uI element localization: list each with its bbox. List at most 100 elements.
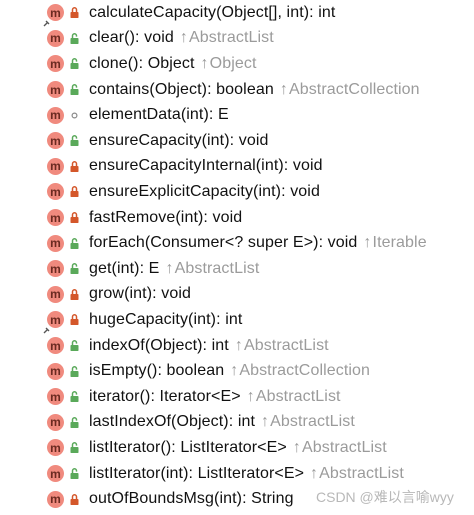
- public-unlock-icon: [69, 237, 81, 250]
- owner-class-name: AbstractList: [255, 387, 341, 405]
- method-signature-text: hugeCapacity(int): int: [89, 310, 243, 328]
- method-row[interactable]: m iterator(): Iterator<E> ↑AbstractList: [0, 384, 474, 410]
- method-signature: ensureCapacityInternal(int): void: [89, 157, 323, 175]
- method-row[interactable]: m clone(): Object ↑Object: [0, 51, 474, 77]
- public-unlock-icon: [69, 134, 81, 147]
- method-signature-text: listIterator(int): ListIterator<E>: [89, 464, 305, 482]
- inherited-from-label: ↑AbstractCollection: [230, 362, 370, 379]
- method-signature: iterator(): Iterator<E> ↑AbstractList: [89, 388, 341, 406]
- method-icon: m: [47, 209, 64, 227]
- inherited-arrow-icon: ↑: [363, 234, 372, 252]
- inherited-arrow-icon: ↑: [310, 464, 319, 482]
- method-icon: m: [47, 234, 64, 252]
- method-icon: m: [47, 260, 64, 278]
- method-signature-text: outOfBoundsMsg(int): String: [89, 490, 294, 508]
- method-signature: lastIndexOf(Object): int ↑AbstractList: [89, 413, 355, 431]
- owner-class-name: AbstractList: [270, 413, 355, 431]
- method-icon: m: [47, 337, 64, 355]
- method-row[interactable]: m indexOf(Object): int ↑AbstractList: [0, 333, 474, 359]
- method-row[interactable]: m elementData(int): E: [0, 102, 474, 128]
- method-row[interactable]: m listIterator(int): ListIterator<E> ↑Abst…: [0, 461, 474, 487]
- method-signature-text: elementData(int): E: [89, 106, 229, 124]
- public-unlock-icon: [69, 83, 81, 96]
- inherited-from-label: ↑Iterable: [363, 234, 426, 251]
- method-signature: contains(Object): boolean ↑AbstractCollec…: [89, 81, 420, 99]
- private-lock-icon: [69, 288, 81, 301]
- method-signature-text: contains(Object): boolean: [89, 80, 274, 98]
- method-signature-text: get(int): E: [89, 259, 160, 277]
- method-signature: ensureCapacity(int): void: [89, 132, 268, 150]
- public-unlock-icon: [69, 467, 81, 480]
- private-lock-icon: [69, 6, 81, 19]
- private-lock-icon: [69, 313, 81, 326]
- method-icon: m: [47, 29, 64, 47]
- method-signature: clone(): Object ↑Object: [89, 55, 257, 73]
- method-signature-text: lastIndexOf(Object): int: [89, 413, 256, 431]
- method-signature-text: ensureCapacity(int): void: [89, 131, 269, 149]
- method-signature-text: clear(): void: [89, 29, 174, 47]
- inherited-arrow-icon: ↑: [230, 362, 239, 380]
- inherited-arrow-icon: ↑: [200, 54, 209, 72]
- inherited-arrow-icon: ↑: [165, 259, 174, 277]
- inherited-from-label: ↑AbstractList: [261, 413, 355, 430]
- owner-class-name: AbstractList: [189, 29, 274, 47]
- package-private-icon: [69, 109, 81, 122]
- method-icon: m: [47, 413, 64, 431]
- csdn-watermark: CSDN @难以言喻wyy: [316, 489, 454, 505]
- method-signature-text: indexOf(Object): int: [89, 336, 229, 354]
- method-signature: listIterator(int): ListIterator<E> ↑Abstr…: [89, 465, 404, 483]
- method-signature-text: grow(int): void: [89, 285, 191, 303]
- method-row[interactable]: m forEach(Consumer<? super E>): void ↑Iter…: [0, 230, 474, 256]
- method-row[interactable]: m isEmpty(): boolean ↑AbstractCollection: [0, 358, 474, 384]
- owner-class-name: AbstractList: [174, 259, 260, 277]
- method-icon: m: [47, 439, 64, 457]
- method-row[interactable]: m get(int): E ↑AbstractList: [0, 256, 474, 282]
- method-signature: fastRemove(int): void: [89, 209, 242, 227]
- public-unlock-icon: [69, 441, 81, 454]
- inherited-arrow-icon: ↑: [279, 80, 288, 98]
- method-signature: forEach(Consumer<? super E>): void ↑Itera…: [89, 234, 427, 252]
- method-signature: grow(int): void: [89, 285, 191, 303]
- method-signature: clear(): void ↑AbstractList: [89, 29, 274, 47]
- private-lock-icon: [69, 185, 81, 198]
- method-icon: m: [47, 106, 64, 124]
- method-signature: listIterator(): ListIterator<E> ↑Abstract…: [89, 439, 387, 457]
- inherited-from-label: ↑AbstractList: [165, 260, 259, 277]
- method-signature-text: ensureCapacityInternal(int): void: [89, 157, 323, 175]
- method-icon: m: [47, 285, 64, 303]
- method-icon: m: [47, 388, 64, 406]
- method-row[interactable]: m lastIndexOf(Object): int ↑AbstractList: [0, 410, 474, 436]
- method-row[interactable]: m ensureExplicitCapacity(int): void: [0, 179, 474, 205]
- method-row[interactable]: m ensureCapacity(int): void: [0, 128, 474, 154]
- owner-class-name: AbstractCollection: [288, 80, 420, 98]
- method-icon: m: [47, 465, 64, 483]
- method-row[interactable]: m fastRemove(int): void: [0, 205, 474, 231]
- inherited-arrow-icon: ↑: [261, 413, 270, 431]
- inherited-from-label: ↑AbstractList: [293, 439, 387, 456]
- method-row[interactable]: m contains(Object): boolean ↑AbstractColle…: [0, 77, 474, 103]
- static-pin-icon: [43, 321, 50, 334]
- method-row[interactable]: m ensureCapacityInternal(int): void: [0, 154, 474, 180]
- inherited-from-label: ↑Object: [201, 55, 257, 72]
- method-row[interactable]: m clear(): void ↑AbstractList: [0, 26, 474, 52]
- method-signature: outOfBoundsMsg(int): String: [89, 490, 294, 508]
- method-row[interactable]: m calculateCapacity(Object[], int): int: [0, 0, 474, 27]
- method-row[interactable]: m grow(int): void: [0, 282, 474, 308]
- method-signature: isEmpty(): boolean ↑AbstractCollection: [89, 362, 370, 380]
- method-signature-text: fastRemove(int): void: [89, 208, 243, 226]
- inherited-from-label: ↑AbstractList: [310, 465, 404, 482]
- method-icon: m: [47, 55, 64, 73]
- private-lock-icon: [69, 493, 81, 506]
- method-row[interactable]: m hugeCapacity(int): int: [0, 307, 474, 334]
- public-unlock-icon: [69, 57, 81, 70]
- method-icon: m: [47, 81, 64, 99]
- inherited-arrow-icon: ↑: [179, 29, 188, 47]
- method-signature: calculateCapacity(Object[], int): int: [89, 4, 335, 22]
- method-signature-text: ensureExplicitCapacity(int): void: [89, 182, 320, 200]
- owner-class-name: AbstractList: [319, 464, 404, 482]
- method-row[interactable]: m listIterator(): ListIterator<E> ↑Abstrac…: [0, 435, 474, 461]
- method-icon: m: [47, 490, 64, 508]
- method-icon: m: [47, 132, 64, 150]
- method-signature-text: listIterator(): ListIterator<E>: [89, 438, 287, 456]
- public-unlock-icon: [69, 390, 81, 403]
